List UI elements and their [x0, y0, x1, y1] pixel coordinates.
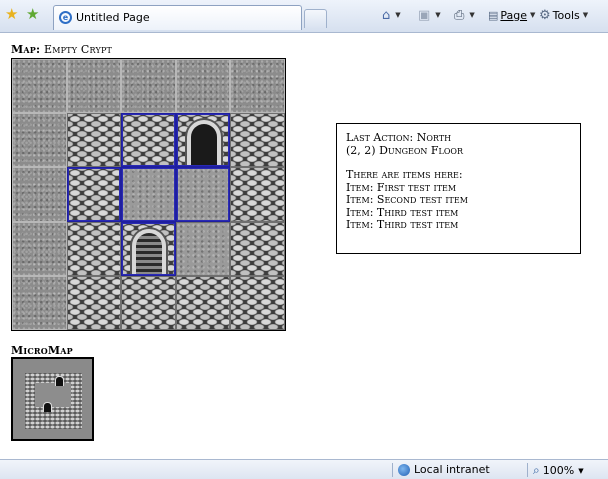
- map-tile-empty: [66, 59, 122, 114]
- chevron-down-icon[interactable]: ▼: [435, 11, 440, 19]
- printer-icon: ⎙: [454, 7, 465, 23]
- feeds-icon: ▣: [418, 7, 431, 23]
- map-tile-wall: [230, 275, 285, 330]
- map-tile-floor: [175, 221, 231, 276]
- map-tile-wall: [121, 113, 176, 168]
- location-text: (2, 2) Dungeon Floor: [346, 143, 464, 157]
- chevron-down-icon[interactable]: ▼: [469, 11, 474, 19]
- info-panel: Last Action: North (2, 2) Dungeon Floor …: [336, 123, 581, 254]
- map-tile-empty: [12, 59, 67, 114]
- print-button[interactable]: ⎙ ▼: [454, 6, 475, 24]
- browser-tab[interactable]: e Untitled Page: [53, 5, 302, 30]
- micromap-floor: [35, 383, 71, 407]
- item-entry: Item: Third test item: [346, 218, 459, 231]
- map-tile-wall: [121, 275, 176, 330]
- tab-title: Untitled Page: [76, 11, 150, 24]
- map-name: Empty Crypt: [43, 43, 113, 56]
- stairs-icon: [132, 228, 167, 275]
- map-tile-wall: [230, 113, 285, 168]
- micromap: [11, 357, 94, 441]
- micromap-stairs-icon: [43, 402, 52, 412]
- map-tile-wall: [175, 275, 231, 330]
- chevron-down-icon: ▼: [578, 466, 584, 475]
- map-tile-wall: [230, 167, 285, 222]
- page-menu-label: Page: [500, 8, 528, 22]
- map-tile-wall: [66, 221, 122, 276]
- tools-menu-label: Tools: [552, 8, 580, 22]
- page-menu-button[interactable]: ▤ Page ▼: [488, 6, 535, 24]
- add-favorites-icon[interactable]: ★: [26, 5, 39, 23]
- ie-page-icon: e: [59, 11, 72, 24]
- map-tile-floor: [121, 167, 176, 222]
- micromap-door-icon: [55, 376, 64, 386]
- item-entry: Item: Second test item: [346, 193, 468, 206]
- map-tile-wall: [230, 221, 285, 276]
- map-tile-wall: [66, 167, 122, 222]
- map-tile-empty: [230, 59, 285, 114]
- gear-icon: ⚙: [539, 7, 551, 23]
- items-heading: There are items here:: [346, 168, 463, 181]
- map-label-prefix: Map:: [11, 43, 41, 56]
- home-button[interactable]: ⌂ ▼: [382, 6, 401, 24]
- chevron-down-icon: ▼: [530, 11, 536, 19]
- status-divider: [527, 463, 528, 477]
- security-zone[interactable]: Local intranet: [398, 463, 490, 476]
- zoom-icon: ⌕: [533, 463, 540, 477]
- map-tile-empty: [175, 59, 231, 114]
- map-tile-door: [175, 113, 231, 168]
- zoom-control[interactable]: ⌕ 100% ▼: [533, 463, 584, 478]
- map-tile-empty: [12, 167, 67, 222]
- map-tile-stairs: [121, 221, 176, 276]
- map-tile-empty: [121, 59, 176, 114]
- map-tile-floor: [175, 167, 231, 222]
- map-tile-empty: [12, 275, 67, 330]
- page-icon: ▤: [488, 8, 499, 22]
- browser-toolbar: ★ ★ e Untitled Page ⌂ ▼ ▣ ▼ ⎙ ▼ ▤ Page ▼ ⚙ T…: [0, 0, 608, 33]
- status-bar: Local intranet ⌕ 100% ▼: [0, 459, 608, 479]
- dungeon-map[interactable]: [11, 58, 286, 331]
- zoom-label: 100%: [542, 464, 575, 477]
- home-icon: ⌂: [382, 7, 391, 23]
- doorway-icon: [186, 120, 221, 167]
- map-tile-wall: [66, 275, 122, 330]
- feeds-button[interactable]: ▣ ▼: [418, 6, 441, 24]
- map-tile-wall: [66, 113, 122, 168]
- micromap-title: MicroMap: [11, 344, 73, 357]
- last-action-text: Last Action: North: [346, 131, 452, 144]
- map-tile-empty: [12, 113, 67, 168]
- map-title: Map: Empty Crypt: [11, 43, 112, 56]
- map-tile-empty: [12, 221, 67, 276]
- globe-icon: [398, 463, 410, 476]
- tools-menu-button[interactable]: ⚙ Tools ▼: [539, 6, 588, 24]
- favorites-star-icon[interactable]: ★: [5, 5, 18, 23]
- zone-label: Local intranet: [414, 463, 490, 476]
- chevron-down-icon[interactable]: ▼: [395, 11, 400, 19]
- chevron-down-icon: ▼: [582, 11, 589, 19]
- status-divider: [392, 463, 393, 477]
- new-tab-button[interactable]: [304, 9, 327, 28]
